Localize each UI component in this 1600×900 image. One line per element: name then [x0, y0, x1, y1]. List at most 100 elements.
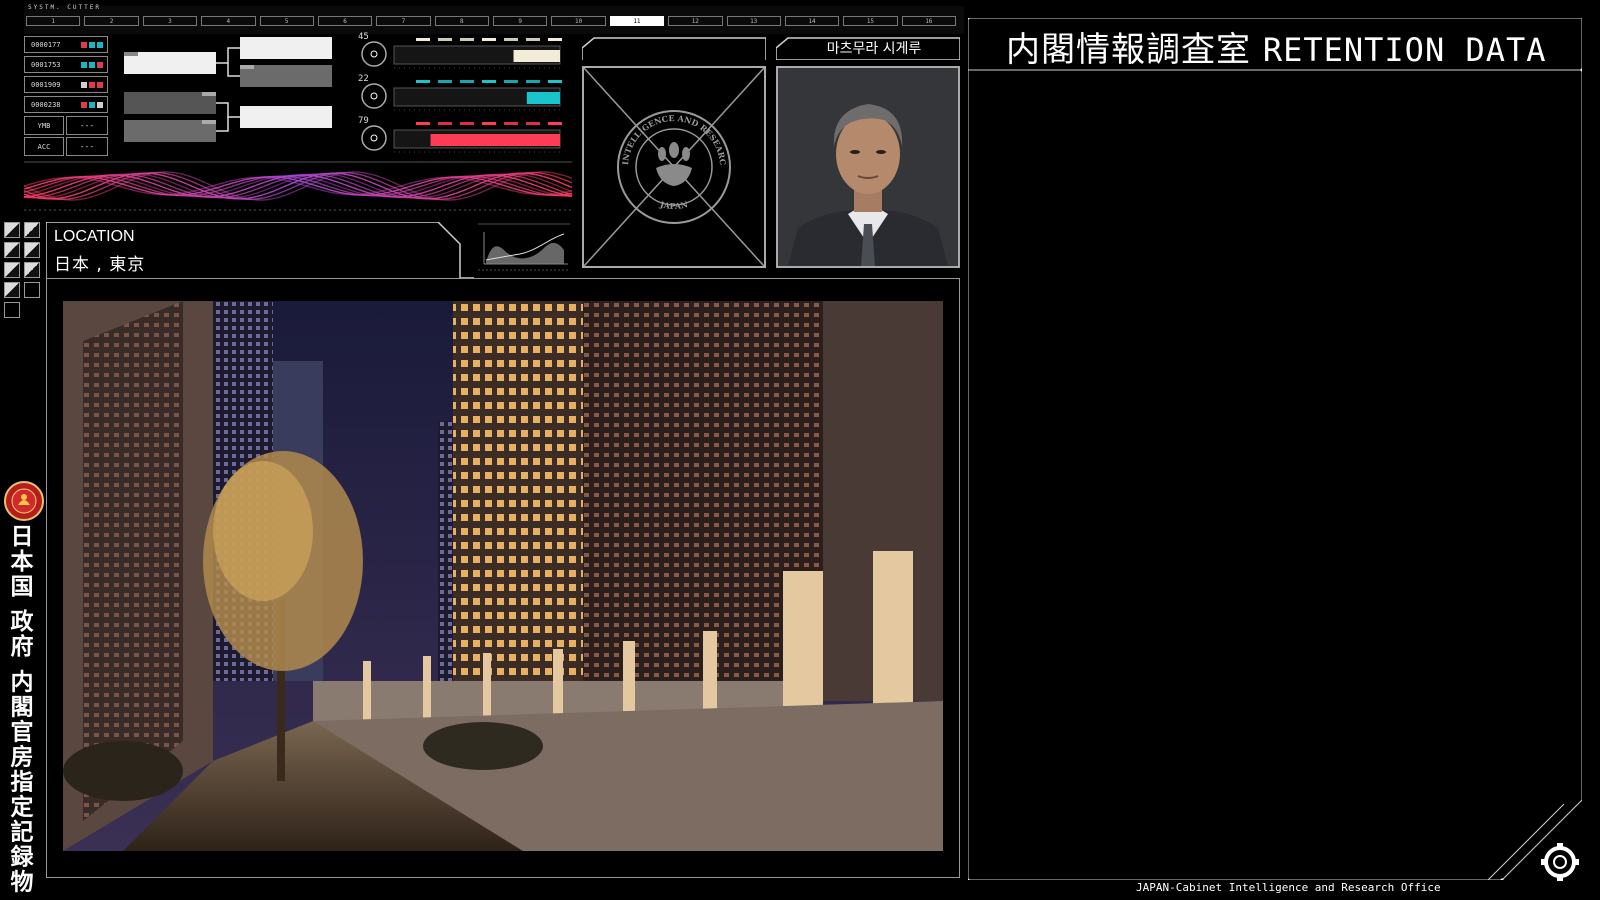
meter-dash	[416, 122, 430, 125]
tab-11[interactable]: 11	[609, 16, 665, 26]
bracket-block-top-right-1	[240, 37, 332, 59]
tab-5[interactable]: 5	[259, 16, 314, 26]
tab-10[interactable]: 10	[551, 16, 606, 26]
tab-bar: 1 2 3 4 5 6 7 8 9 10 11 12 13 14 15 16	[26, 16, 960, 28]
seal-bottom-text: JAPAN	[658, 199, 689, 211]
night-city-scene-image	[63, 301, 943, 851]
meter-dash	[438, 80, 452, 83]
meter-dial-center	[370, 50, 378, 58]
meter-1-value: 45	[358, 32, 369, 42]
tab-13[interactable]: 13	[726, 16, 781, 26]
kv-key: YMB	[24, 116, 64, 135]
government-emblem-icon	[4, 481, 44, 521]
meter-panel: 45 22 79	[352, 32, 572, 158]
svg-text:JAPAN: JAPAN	[658, 199, 689, 211]
status-square	[97, 101, 103, 108]
tab-6[interactable]: 6	[317, 16, 373, 26]
title-japanese: 内閣情報調査室	[1006, 30, 1251, 70]
tab-12[interactable]: 12	[668, 16, 723, 26]
deco-square	[4, 242, 20, 258]
tab-2[interactable]: 2	[84, 16, 139, 26]
deco-square	[4, 262, 20, 278]
seal-top-text: CABINET INTELLIGENCE AND RESEARCH OFFICE	[580, 60, 728, 168]
kv-value: ---	[66, 137, 108, 156]
status-square	[81, 101, 87, 108]
strip-label: SYSTM. CUTTER	[28, 4, 101, 11]
location-photo[interactable]	[63, 301, 943, 851]
tab-4[interactable]: 4	[201, 16, 256, 26]
meter-dial	[361, 83, 387, 109]
tab-1[interactable]: 1	[26, 16, 81, 26]
mini-density-graph	[478, 223, 570, 271]
meter-dash	[548, 122, 562, 125]
meter-dash	[482, 38, 496, 41]
meter-dash	[526, 122, 540, 125]
status-square	[89, 101, 95, 108]
status-square	[81, 61, 87, 68]
tab-16[interactable]: 16	[901, 16, 956, 26]
status-square	[97, 41, 103, 48]
meter-dash	[416, 38, 430, 41]
footer-office-text: JAPAN-Cabinet Intelligence and Research …	[1136, 881, 1441, 894]
waveform-band	[24, 161, 572, 211]
meter-fill	[430, 134, 560, 146]
kv-row: YMB ---	[24, 116, 108, 135]
meter-dash	[460, 80, 474, 83]
meter-dial-center	[370, 134, 378, 142]
deco-square	[24, 262, 40, 278]
tab-3[interactable]: 3	[142, 16, 198, 26]
deco-square	[4, 302, 20, 318]
status-square	[89, 41, 95, 48]
status-square	[97, 61, 103, 68]
tab-14[interactable]: 14	[784, 16, 840, 26]
code-row[interactable]: 0001909	[24, 76, 108, 93]
meter-dash	[504, 38, 518, 41]
meter-3-value: 79	[358, 116, 369, 126]
code-row[interactable]: 0001753	[24, 56, 108, 73]
code-id: 0000238	[31, 100, 61, 109]
record-code-list: 0000177 0001753 0001909 0000238 YMB --- ACC ---	[24, 36, 108, 158]
person-name: 마츠무라 시게루	[826, 41, 922, 57]
meter-dash	[460, 122, 474, 125]
deco-square	[24, 282, 40, 298]
tab-7[interactable]: 7	[376, 16, 431, 26]
seal-panel: CABINET INTELLIGENCE AND RESEARCH OFFICE…	[580, 60, 766, 268]
sidebar-vertical-text: 日本国 政府 内閣官房指定記録物	[6, 524, 32, 895]
deco-square	[24, 242, 40, 258]
code-id: 0000177	[31, 40, 61, 49]
meter-dash	[504, 80, 518, 83]
meter-dash	[526, 38, 540, 41]
status-square	[89, 81, 95, 88]
bracket-diagram	[124, 37, 332, 142]
tab-15[interactable]: 15	[843, 16, 898, 26]
status-square	[97, 81, 103, 88]
code-row[interactable]: 0000238	[24, 96, 108, 113]
meter-dash	[416, 80, 430, 83]
deco-square	[4, 222, 20, 238]
svg-text:CABINET INTELLIGENCE AND RESEA: CABINET INTELLIGENCE AND RESEARCH OFFICE	[584, 68, 728, 168]
title-english: RETENTION DATA	[1262, 31, 1547, 69]
status-square	[81, 41, 87, 48]
status-square	[81, 81, 87, 88]
tab-9[interactable]: 9	[493, 16, 548, 26]
code-id: 0001909	[31, 80, 61, 89]
meter-dial	[361, 125, 387, 151]
meter-dash	[482, 80, 496, 83]
cabinet-seal-icon: CABINET INTELLIGENCE AND RESEARCH OFFICE…	[580, 60, 765, 267]
meter-dash	[526, 80, 540, 83]
deco-square	[24, 222, 40, 238]
meter-dash	[482, 122, 496, 125]
location-label: LOCATION	[54, 228, 135, 245]
tab-8[interactable]: 8	[434, 16, 489, 26]
kv-row: ACC ---	[24, 137, 108, 156]
meter-dash	[460, 38, 474, 41]
meter-dial-center	[370, 92, 378, 100]
kv-value: ---	[66, 116, 108, 135]
meter-fill	[513, 50, 560, 62]
meter-2-value: 22	[358, 74, 369, 84]
person-portrait[interactable]	[776, 66, 960, 268]
gear-icon[interactable]	[1540, 842, 1580, 882]
meter-graphics	[361, 38, 562, 153]
status-square	[89, 61, 95, 68]
code-row[interactable]: 0000177	[24, 36, 108, 53]
